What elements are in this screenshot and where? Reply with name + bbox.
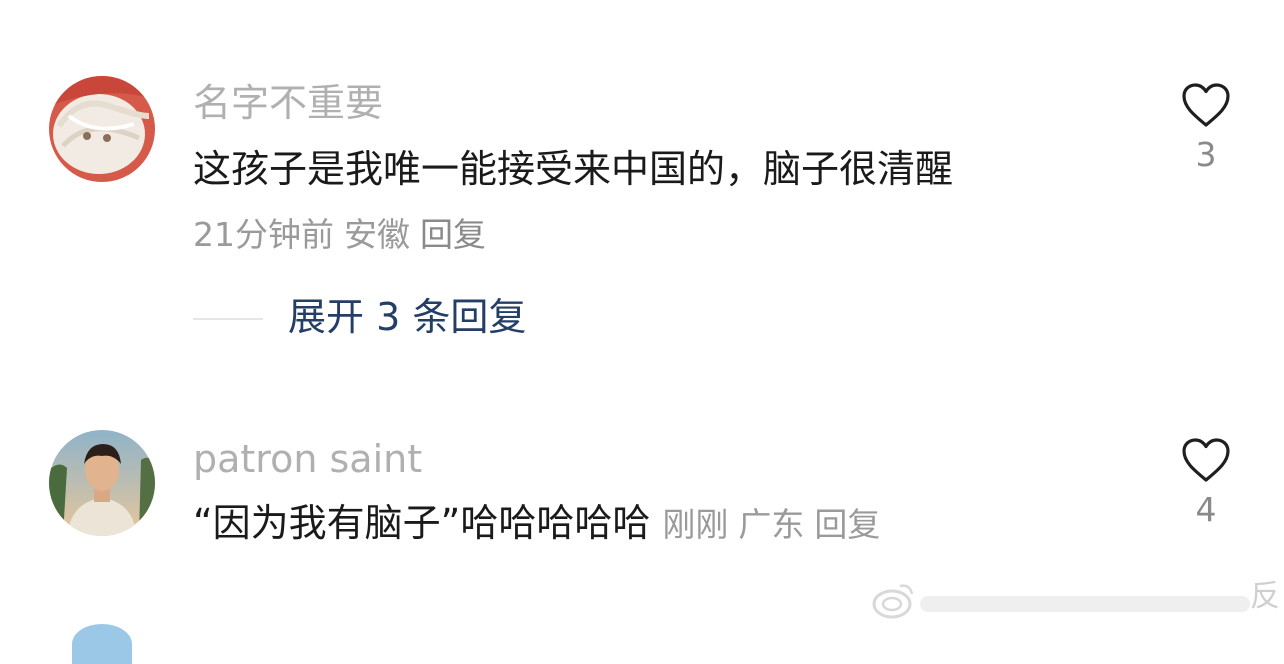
like-count: 4 (1195, 490, 1217, 529)
comment-location: 广东 (738, 505, 805, 544)
comment-text-content: “因为我有脑子”哈哈哈哈哈 (193, 501, 651, 545)
avatar[interactable] (49, 76, 155, 182)
avatar[interactable] (72, 624, 132, 664)
expand-replies-label: 展开 3 条回复 (288, 295, 527, 339)
watermark-logo-icon (872, 584, 1250, 619)
like-button[interactable]: 3 (1168, 82, 1244, 171)
username[interactable]: patron saint (193, 440, 422, 478)
heart-outline-icon (1182, 83, 1230, 127)
comment-location: 安徽 (344, 215, 410, 254)
divider-line (193, 318, 263, 320)
like-count: 3 (1195, 135, 1217, 174)
like-button[interactable]: 4 (1168, 437, 1244, 526)
comment-text: “因为我有脑子”哈哈哈哈哈 刚刚 广东 回复 (193, 504, 890, 542)
comment-time: 刚刚 (662, 505, 729, 544)
avatar[interactable] (49, 430, 155, 536)
comment-meta: 21分钟前 安徽 回复 (193, 218, 496, 251)
comment-time: 21分钟前 (193, 215, 334, 254)
comment-meta: 刚刚 广东 回复 (662, 505, 890, 544)
watermark-text: 反 (1250, 579, 1280, 614)
username[interactable]: 名字不重要 (193, 84, 383, 122)
heart-outline-icon (1182, 438, 1230, 482)
reply-button[interactable]: 回复 (814, 505, 880, 544)
comment-text: 这孩子是我唯一能接受来中国的，脑子很清醒 (193, 147, 954, 191)
watermark: 反 (870, 578, 1280, 622)
reply-button[interactable]: 回复 (420, 215, 486, 254)
